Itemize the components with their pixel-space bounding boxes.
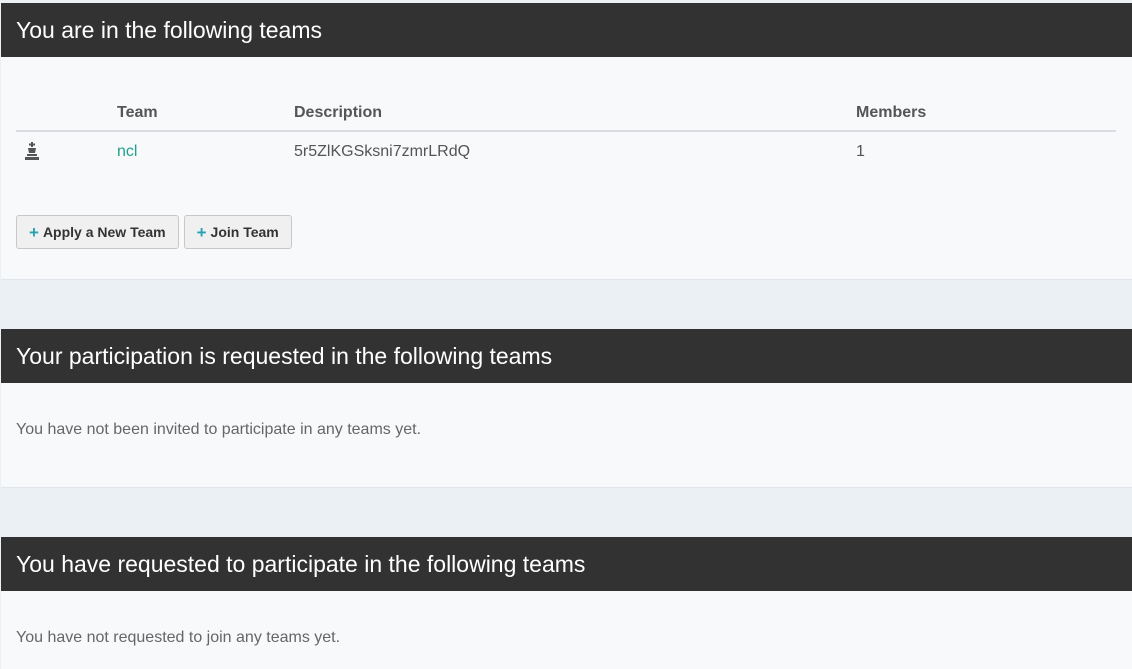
table-row: ncl 5r5ZlKGSksni7zmrLRdQ 1 [16,131,1116,171]
requests-empty-message: You have not requested to join any teams… [16,629,341,646]
icon-column-header [16,96,117,132]
plus-icon: + [196,222,207,242]
invitations-empty-message: You have not been invited to participate… [16,421,422,438]
team-column-header: Team [117,96,294,132]
my-teams-panel: You are in the following teams Team Desc… [1,3,1132,280]
join-team-label: Join Team [210,224,279,240]
members-column-header: Members [856,96,1116,132]
requests-title: You have requested to participate in the… [1,537,1132,591]
requests-panel: You have requested to participate in the… [1,537,1132,669]
team-link[interactable]: ncl [117,143,137,160]
team-name-cell: ncl [117,131,294,171]
join-team-button[interactable]: + Join Team [183,215,292,249]
description-column-header: Description [294,96,856,132]
apply-new-team-button[interactable]: + Apply a New Team [16,215,179,249]
my-teams-title: You are in the following teams [1,3,1132,57]
invitations-panel: Your participation is requested in the f… [1,329,1132,488]
invitations-title: Your participation is requested in the f… [1,329,1132,383]
team-description-cell: 5r5ZlKGSksni7zmrLRdQ [294,142,471,160]
teams-table-header: Team Description Members [16,96,1116,132]
team-members-cell: 1 [856,142,865,160]
chess-king-icon [24,142,40,161]
apply-new-team-label: Apply a New Team [42,224,166,240]
team-role-cell [16,131,117,171]
team-actions: + Apply a New Team + Join Team [16,215,292,249]
teams-table: Team Description Members ncl 5r5ZlKGSksn… [16,96,1116,171]
plus-icon: + [29,222,39,242]
